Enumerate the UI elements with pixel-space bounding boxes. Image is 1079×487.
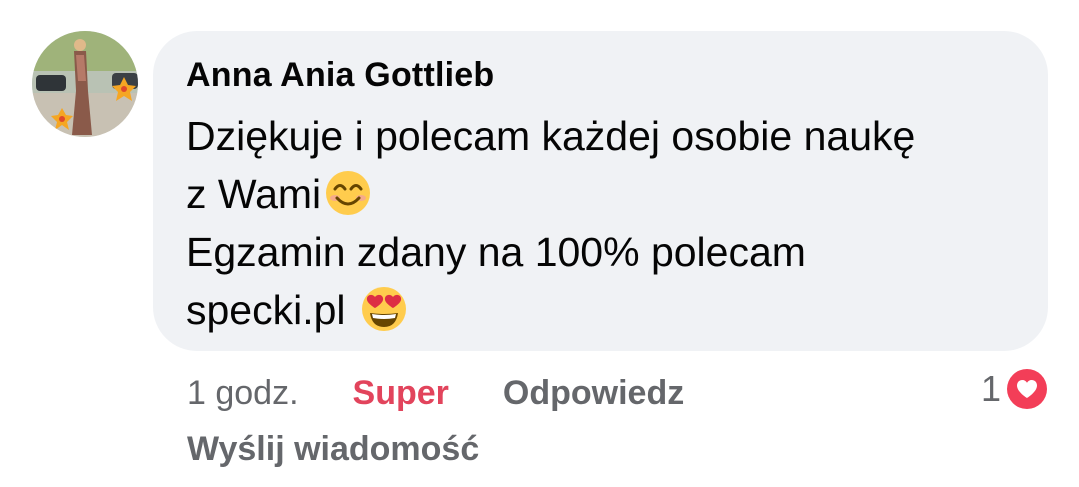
comment-text-line: specki.pl (186, 281, 1048, 339)
love-icon (1005, 367, 1049, 411)
react-button[interactable]: Super (353, 374, 449, 413)
heart-eyes-icon (359, 284, 409, 334)
comment-bubble: Anna Ania Gottlieb Dziękuje i polecam ka… (153, 31, 1048, 351)
comment-text-fragment: z Wami (186, 171, 322, 217)
comment-timestamp[interactable]: 1 godz. (187, 374, 299, 413)
comment-text-line: Dziękuje i polecam każdej osobie naukę (186, 113, 916, 159)
comment-actions: 1 godz. Super Odpowiedz (187, 371, 684, 415)
reaction-summary[interactable]: 1 (981, 367, 1049, 411)
comment-text-line: Egzamin zdany na 100% polecam (186, 229, 806, 275)
reply-button[interactable]: Odpowiedz (503, 374, 684, 413)
reaction-count: 1 (980, 368, 1001, 409)
send-message-button[interactable]: Wyślij wiadomość (187, 430, 479, 469)
smiling-face-icon (323, 168, 373, 218)
avatar[interactable] (32, 31, 138, 137)
comment-item: Anna Ania Gottlieb Dziękuje i polecam ka… (0, 0, 1079, 487)
comment-author[interactable]: Anna Ania Gottlieb (186, 55, 1048, 95)
comment-text-fragment: specki.pl (186, 287, 357, 333)
comment-text-line: z Wami (186, 165, 1048, 223)
